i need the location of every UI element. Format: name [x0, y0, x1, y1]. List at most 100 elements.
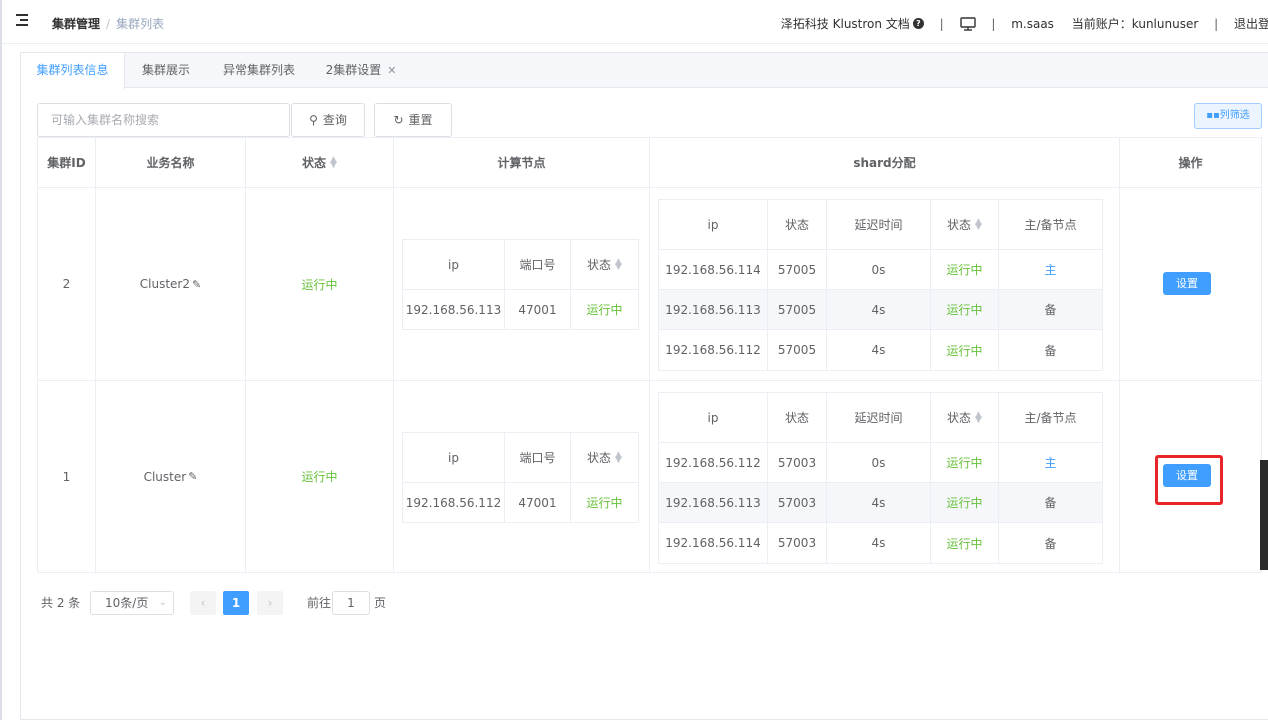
column-filter-button[interactable]: ▪▪列筛选	[1194, 103, 1262, 129]
settings-button[interactable]: 设置	[1163, 272, 1211, 295]
shard-role: 备	[999, 483, 1103, 523]
shard-status: 运行中	[931, 523, 999, 564]
cell-status: 运行中	[246, 188, 394, 381]
cell-cluster-id: 1	[38, 381, 96, 573]
header-status[interactable]: 状态 ▲ ▼	[246, 138, 394, 188]
shard-status: 运行中	[931, 443, 999, 483]
next-page-button[interactable]: ›	[257, 591, 283, 615]
compute-header-port: 端口号	[505, 240, 571, 290]
cluster-table: 集群ID 业务名称 状态 ▲ ▼ 计算节点 shard分配 操作 2 Cluster…	[37, 137, 1262, 573]
shard-table: ip 状态 延迟时间 状态 ▲ ▼ 主/备节点 192.168.56.114 570…	[658, 199, 1103, 371]
docs-link[interactable]: 泽拓科技 Klustron 文档	[781, 15, 910, 32]
sidebar-toggle-icon[interactable]	[16, 13, 30, 27]
reset-button[interactable]: ↻ 重置	[374, 103, 452, 137]
prev-page-button[interactable]: ‹	[190, 591, 216, 615]
breadcrumb-separator: /	[106, 17, 111, 31]
compute-header-status[interactable]: 状态 ▲ ▼	[571, 240, 639, 290]
compute-header-port: 端口号	[505, 433, 571, 483]
edit-icon[interactable]: ✎	[192, 278, 201, 291]
compute-header-ip: ip	[403, 240, 505, 290]
shard-delay: 4s	[827, 290, 931, 330]
tab-cluster-settings[interactable]: 2集群设置 ✕	[311, 53, 411, 88]
close-icon[interactable]: ✕	[387, 64, 396, 77]
chevron-down-icon: ⌄	[158, 597, 167, 608]
monitor-icon[interactable]	[959, 16, 976, 31]
shard-port: 57005	[768, 330, 827, 371]
goto-page-input[interactable]: 1	[332, 591, 370, 615]
server-name: m.saas	[1011, 16, 1054, 31]
refresh-icon: ↻	[393, 113, 404, 127]
tab-bar: 集群列表信息 集群展示 异常集群列表 2集群设置 ✕	[21, 53, 1268, 89]
shard-header-state[interactable]: 状态 ▲ ▼	[931, 393, 999, 443]
breadcrumb: 集群管理 / 集群列表	[52, 15, 164, 32]
shard-header-ip: ip	[659, 200, 768, 250]
shard-ip: 192.168.56.114	[659, 250, 768, 290]
tab-cluster-display[interactable]: 集群展示	[125, 53, 207, 88]
compute-port: 47001	[505, 290, 571, 330]
sort-icon[interactable]: ▲ ▼	[975, 217, 982, 231]
sort-icon[interactable]: ▲ ▼	[615, 450, 622, 464]
grid-icon: ▪▪	[1206, 110, 1220, 121]
shard-header-delay: 延迟时间	[827, 200, 931, 250]
highlight-box	[1155, 455, 1223, 505]
shard-port: 57003	[768, 443, 827, 483]
shard-header-ip: ip	[659, 393, 768, 443]
logout-link[interactable]: 退出登	[1234, 15, 1268, 32]
cell-status: 运行中	[246, 381, 394, 573]
breadcrumb-item-cluster-list: 集群列表	[116, 17, 165, 31]
goto-label: 前往	[307, 596, 332, 610]
shard-header-state[interactable]: 状态 ▲ ▼	[931, 200, 999, 250]
shard-status: 运行中	[931, 330, 999, 371]
shard-role: 备	[999, 523, 1103, 564]
compute-node-table: ip 端口号 状态 ▲ ▼ 192.168.56.113 47001 运行中	[402, 239, 639, 330]
shard-role: 主	[999, 250, 1103, 290]
compute-node-table: ip 端口号 状态 ▲ ▼ 192.168.56.112 47001 运行中	[402, 432, 639, 523]
shard-header-status: 状态	[768, 393, 827, 443]
compute-header-status-label: 状态	[587, 258, 612, 272]
reset-button-label: 重置	[408, 113, 433, 127]
shard-ip: 192.168.56.114	[659, 523, 768, 564]
page-size-select[interactable]: 10条/页 ⌄	[90, 591, 174, 615]
tab-abnormal-cluster-list[interactable]: 异常集群列表	[207, 53, 311, 88]
header-business-name: 业务名称	[96, 138, 246, 188]
app-frame: 集群管理 / 集群列表 泽拓科技 Klustron 文档? | | m.saas 当…	[0, 0, 1268, 720]
sort-icon[interactable]: ▲ ▼	[330, 155, 337, 169]
compute-status: 运行中	[571, 290, 639, 330]
header-status-label: 状态	[302, 156, 327, 170]
search-icon: ⚲	[309, 113, 318, 127]
question-icon[interactable]: ?	[912, 18, 924, 29]
shard-delay: 0s	[827, 443, 931, 483]
header-divider: |	[991, 16, 996, 31]
shard-port: 57003	[768, 483, 827, 523]
header-divider: |	[1214, 16, 1219, 31]
compute-header-status[interactable]: 状态 ▲ ▼	[571, 433, 639, 483]
shard-status: 运行中	[931, 290, 999, 330]
breadcrumb-item-cluster-management[interactable]: 集群管理	[52, 17, 100, 31]
shard-delay: 0s	[827, 250, 931, 290]
shard-header-delay: 延迟时间	[827, 393, 931, 443]
edit-icon[interactable]: ✎	[188, 470, 197, 483]
header-cluster-id: 集群ID	[38, 138, 96, 188]
scrollbar[interactable]	[1260, 460, 1268, 570]
shard-header-status: 状态	[768, 200, 827, 250]
sort-icon[interactable]: ▲ ▼	[615, 257, 622, 271]
cluster-name: Cluster2	[139, 277, 190, 291]
query-button[interactable]: ⚲ 查询	[291, 103, 365, 137]
column-filter-label: 列筛选	[1219, 110, 1250, 121]
sort-icon[interactable]: ▲ ▼	[975, 410, 982, 424]
shard-delay: 4s	[827, 330, 931, 371]
compute-port: 47001	[505, 483, 571, 523]
shard-ip: 192.168.56.113	[659, 290, 768, 330]
compute-header-status-label: 状态	[587, 451, 612, 465]
page-number-current[interactable]: 1	[223, 591, 249, 615]
top-header: 集群管理 / 集群列表 泽拓科技 Klustron 文档? | | m.saas 当…	[2, 0, 1268, 44]
header-right: 泽拓科技 Klustron 文档? | | m.saas 当前账户：kunlun…	[781, 15, 1268, 32]
cell-business-name: Cluster ✎	[96, 381, 246, 573]
header-shard-allocation: shard分配	[650, 138, 1120, 188]
query-button-label: 查询	[322, 113, 347, 127]
shard-header-role: 主/备节点	[999, 200, 1103, 250]
cluster-name: Cluster	[143, 469, 187, 484]
cell-business-name: Cluster2 ✎	[96, 188, 246, 381]
search-input[interactable]	[38, 104, 289, 136]
tab-cluster-list-info[interactable]: 集群列表信息	[21, 53, 125, 89]
